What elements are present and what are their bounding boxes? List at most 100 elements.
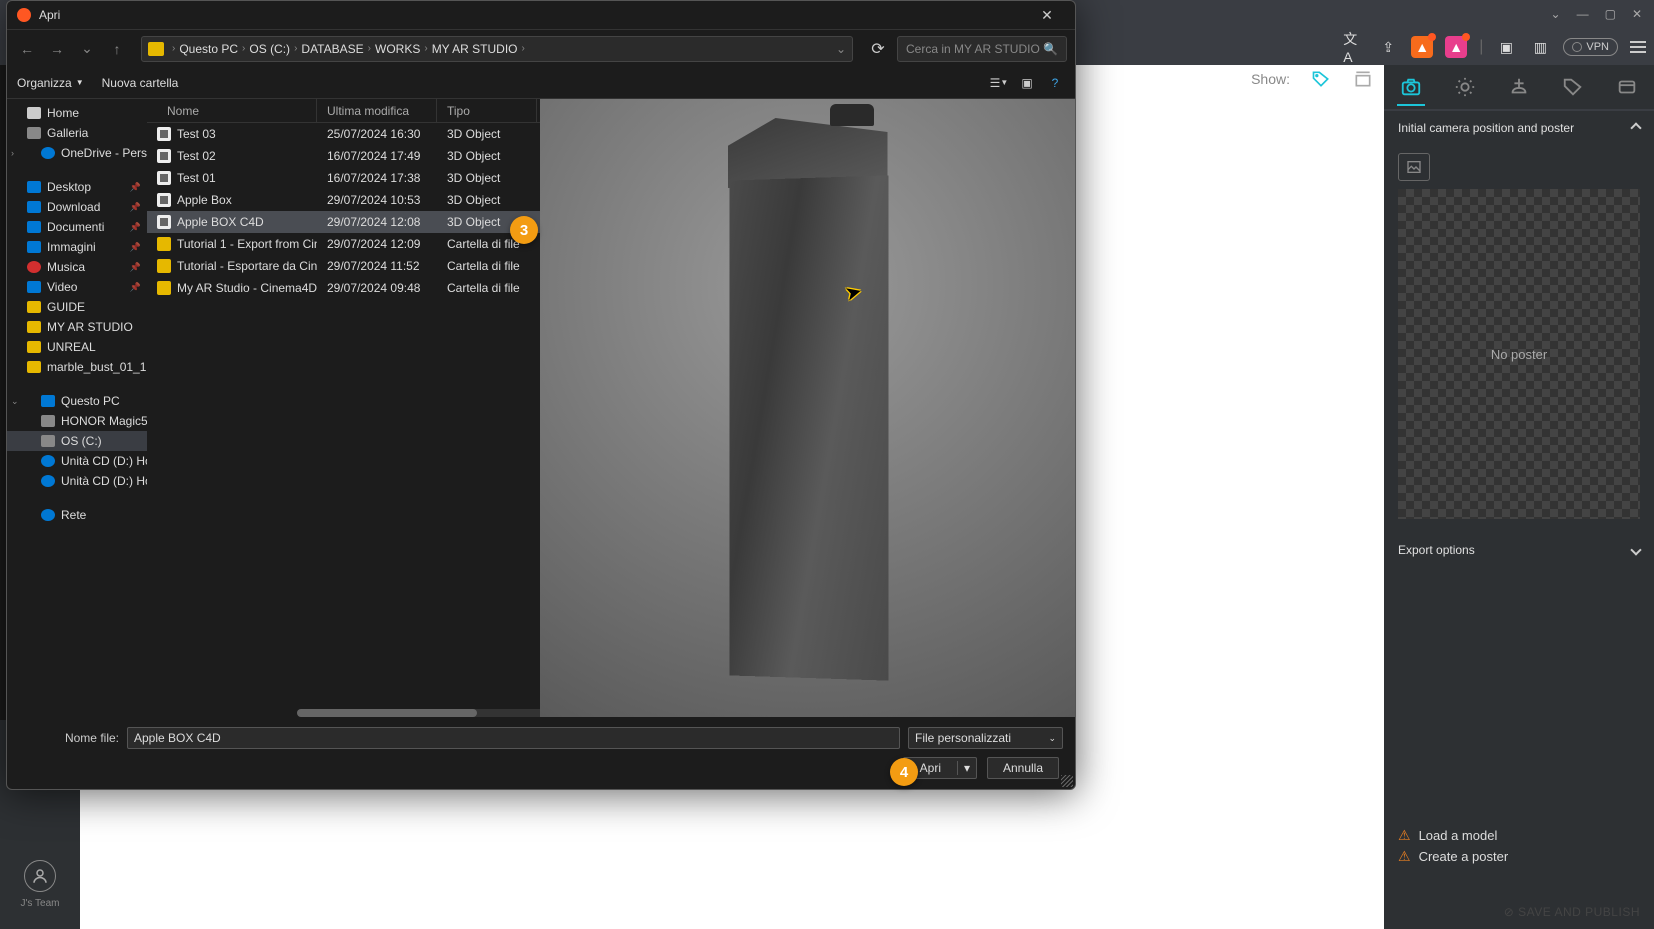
view-mode-button[interactable]: ☰ ▼ xyxy=(989,73,1009,93)
file-icon xyxy=(157,215,171,229)
window-minimize[interactable]: — xyxy=(1577,7,1589,21)
nav-up-button[interactable]: ↑ xyxy=(105,37,129,61)
tree-item[interactable]: Download xyxy=(7,197,147,217)
chevron-up-icon xyxy=(1630,122,1641,133)
tree-item[interactable]: MY AR STUDIO xyxy=(7,317,147,337)
tree-item[interactable]: Unità CD (D:) Hono xyxy=(7,471,147,491)
file-open-dialog: Apri ✕ ← → ⌄ ↑ › Questo PC› OS (C:)› DAT… xyxy=(6,0,1076,790)
warning-item: ⚠Load a model xyxy=(1398,825,1640,846)
refresh-button[interactable]: ⟳ xyxy=(865,36,891,62)
light-tab-icon[interactable] xyxy=(1451,73,1479,101)
tree-item[interactable]: Musica xyxy=(7,257,147,277)
nav-recent-button[interactable]: ⌄ xyxy=(75,37,99,61)
warning-icon: ⚠ xyxy=(1398,827,1411,844)
file-icon xyxy=(157,193,171,207)
tree-item[interactable]: Video xyxy=(7,277,147,297)
breadcrumb[interactable]: › Questo PC› OS (C:)› DATABASE› WORKS› M… xyxy=(141,36,853,62)
tree-item[interactable]: Documenti xyxy=(7,217,147,237)
tree-item[interactable]: GUIDE xyxy=(7,297,147,317)
window-maximize[interactable]: ▢ xyxy=(1605,7,1616,21)
tree-item[interactable]: Desktop xyxy=(7,177,147,197)
column-header-type[interactable]: Tipo xyxy=(437,99,537,122)
show-label: Show: xyxy=(1251,71,1290,87)
close-button[interactable]: ✕ xyxy=(1027,3,1067,27)
warning-item: ⚠Create a poster xyxy=(1398,846,1640,867)
new-folder-button[interactable]: Nuova cartella xyxy=(102,76,179,90)
search-icon: 🔍 xyxy=(1043,42,1058,56)
user-avatar-icon[interactable] xyxy=(24,860,56,892)
help-button[interactable]: ? xyxy=(1045,73,1065,93)
file-icon xyxy=(157,171,171,185)
folder-icon xyxy=(148,42,164,56)
file-type-filter[interactable]: File personalizzati⌄ xyxy=(908,727,1063,749)
brave-shield-icon[interactable]: ▲ xyxy=(1411,36,1433,58)
nav-forward-button[interactable]: → xyxy=(45,37,69,61)
file-row[interactable]: Test 02 16/07/2024 17:49 3D Object xyxy=(147,145,540,167)
preview-pane xyxy=(540,99,1075,717)
window-close[interactable]: ✕ xyxy=(1632,7,1642,21)
chevron-down-icon xyxy=(1630,544,1641,555)
export-section-header[interactable]: Export options xyxy=(1384,533,1654,567)
callout-badge: 3 xyxy=(510,216,538,244)
camera-section-header[interactable]: Initial camera position and poster xyxy=(1384,111,1654,145)
organize-menu[interactable]: Organizza ▼ xyxy=(17,76,84,90)
file-row[interactable]: Apple BOX C4D 29/07/2024 12:08 3D Object xyxy=(147,211,540,233)
save-publish-button: ⊘ SAVE AND PUBLISH xyxy=(1398,905,1640,919)
tree-item[interactable]: marble_bust_01_1k xyxy=(7,357,147,377)
tree-item[interactable]: Immagini xyxy=(7,237,147,257)
tree-item[interactable]: OS (C:) xyxy=(7,431,147,451)
tree-item[interactable]: HONOR Magic5 L xyxy=(7,411,147,431)
tree-item[interactable]: Rete xyxy=(7,505,147,525)
share-icon[interactable]: ⇪ xyxy=(1377,36,1399,58)
tree-item[interactable]: UNREAL xyxy=(7,337,147,357)
folder-icon xyxy=(157,259,171,273)
dialog-title: Apri xyxy=(39,8,60,22)
tree-item[interactable]: Home xyxy=(7,103,147,123)
brave-rewards-icon[interactable]: ▲ xyxy=(1445,36,1467,58)
tag-tab-icon[interactable] xyxy=(1559,73,1587,101)
dimensions-icon[interactable] xyxy=(1352,68,1374,90)
file-row[interactable]: Tutorial 1 - Export from Cin... 29/07/20… xyxy=(147,233,540,255)
warning-icon: ⚠ xyxy=(1398,848,1411,865)
app-icon xyxy=(17,8,31,22)
resize-grip[interactable] xyxy=(1061,775,1073,787)
menu-icon[interactable] xyxy=(1630,41,1646,53)
search-input[interactable]: Cerca in MY AR STUDIO 🔍 xyxy=(897,36,1067,62)
file-row[interactable]: Test 03 25/07/2024 16:30 3D Object xyxy=(147,123,540,145)
camera-tab-icon[interactable] xyxy=(1397,78,1425,106)
callout-badge: 4 xyxy=(890,758,918,786)
vpn-badge[interactable]: VPN xyxy=(1563,38,1618,56)
tag-icon[interactable] xyxy=(1310,68,1332,90)
column-header-date[interactable]: Ultima modifica xyxy=(317,99,437,122)
navigation-tree: HomeGalleria›OneDrive - PersonaDesktopDo… xyxy=(7,99,147,717)
wallet-icon[interactable]: ▥ xyxy=(1529,36,1551,58)
sidebar-toggle-icon[interactable]: ▣ xyxy=(1495,36,1517,58)
file-row[interactable]: Test 01 16/07/2024 17:38 3D Object xyxy=(147,167,540,189)
file-row[interactable]: Tutorial - Esportare da Cine... 29/07/20… xyxy=(147,255,540,277)
file-icon xyxy=(157,127,171,141)
file-row[interactable]: My AR Studio - Cinema4D ... 29/07/2024 0… xyxy=(147,277,540,299)
tab-chevron-icon[interactable]: ⌄ xyxy=(1551,7,1561,21)
filename-input[interactable] xyxy=(127,727,900,749)
preview-pane-button[interactable]: ▣ xyxy=(1017,73,1037,93)
folder-icon xyxy=(157,281,171,295)
ar-tab-icon[interactable] xyxy=(1613,73,1641,101)
folder-icon xyxy=(157,237,171,251)
team-label: J's Team xyxy=(21,898,60,909)
open-dropdown-icon[interactable]: ▾ xyxy=(958,761,976,775)
poster-thumbnail-button[interactable] xyxy=(1398,153,1430,181)
tree-item[interactable]: ›OneDrive - Persona xyxy=(7,143,147,163)
breadcrumb-dropdown-icon[interactable]: ⌄ xyxy=(836,42,846,56)
file-icon xyxy=(157,149,171,163)
nav-back-button[interactable]: ← xyxy=(15,37,39,61)
poster-preview: No poster xyxy=(1398,189,1640,519)
tree-item[interactable]: Unità CD (D:) Hor xyxy=(7,451,147,471)
column-header-name[interactable]: Nome xyxy=(147,99,317,122)
tree-item[interactable]: Galleria xyxy=(7,123,147,143)
cancel-button[interactable]: Annulla xyxy=(987,757,1059,779)
file-row[interactable]: Apple Box 29/07/2024 10:53 3D Object xyxy=(147,189,540,211)
material-tab-icon[interactable] xyxy=(1505,73,1533,101)
filename-label: Nome file: xyxy=(19,731,119,745)
translate-icon[interactable]: 文A xyxy=(1343,36,1365,58)
tree-item[interactable]: ⌄Questo PC xyxy=(7,391,147,411)
